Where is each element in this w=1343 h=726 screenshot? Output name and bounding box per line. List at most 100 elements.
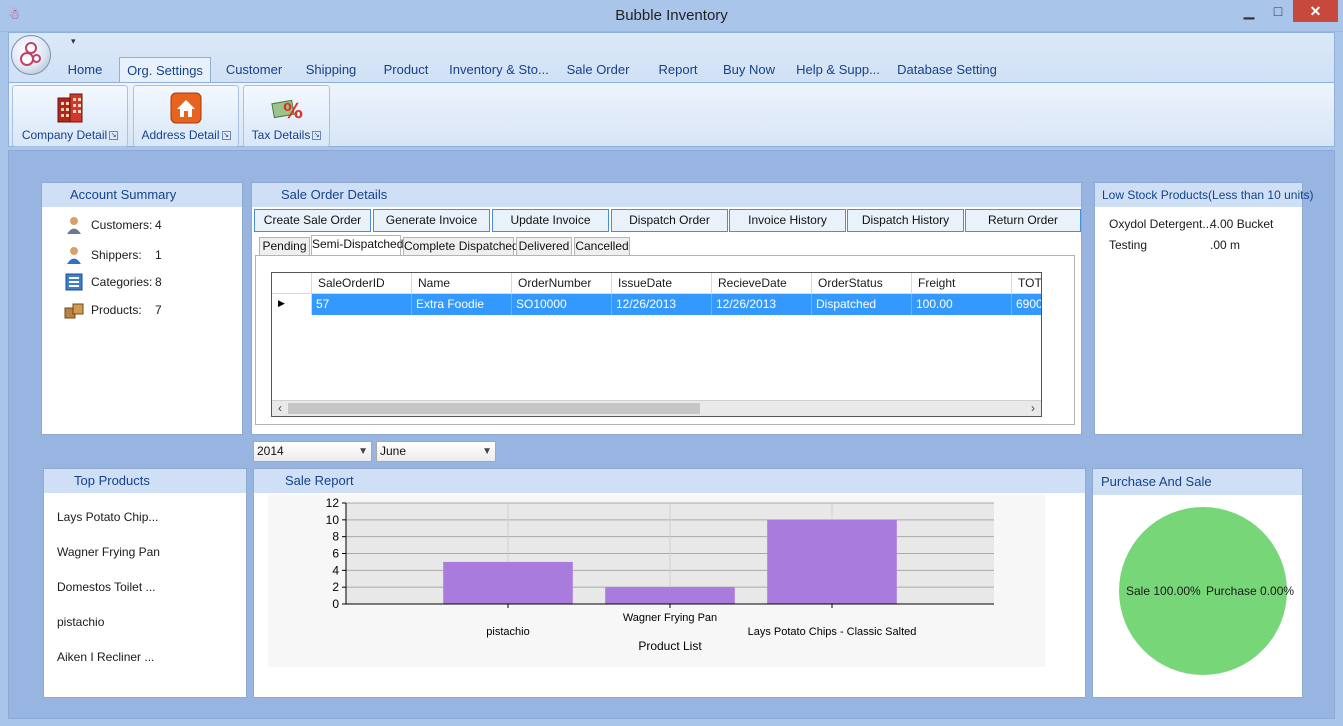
pie-label-sale: Sale 100.00% xyxy=(1126,584,1201,598)
maximize-button[interactable]: □ xyxy=(1264,0,1292,22)
y-tick-label: 0 xyxy=(332,597,339,611)
dispatch-history-button[interactable]: Dispatch History xyxy=(847,209,964,232)
building-icon xyxy=(57,93,83,123)
quick-access-dropdown-icon[interactable]: ▾ xyxy=(71,36,76,47)
tax-details-group[interactable]: % Tax Details ↘ xyxy=(243,85,330,147)
tab-customer[interactable]: Customer xyxy=(221,57,287,83)
current-row-icon: ▶ xyxy=(278,298,285,308)
dialog-launcher-icon[interactable]: ↘ xyxy=(312,131,322,141)
tab-shipping[interactable]: Shipping xyxy=(297,57,365,83)
company-detail-label: Company Detail xyxy=(21,128,108,142)
table-cell[interactable]: 100.00 xyxy=(912,294,1012,315)
column-header[interactable]: SaleOrderID xyxy=(312,273,412,294)
scroll-right-icon[interactable]: › xyxy=(1025,401,1041,416)
purchase-sale-title: Purchase And Sale xyxy=(1093,469,1302,495)
month-select-value: June xyxy=(380,444,407,458)
tab-org-settings[interactable]: Org. Settings xyxy=(119,57,211,83)
bar xyxy=(443,561,573,604)
top-product-item: Domestos Toilet ... xyxy=(57,580,156,594)
invoice-history-button[interactable]: Invoice History xyxy=(729,209,846,232)
y-tick-label: 12 xyxy=(326,496,340,510)
column-header[interactable]: OrderStatus xyxy=(812,273,912,294)
sale-order-grid[interactable]: SaleOrderID Name OrderNumber IssueDate R… xyxy=(271,272,1042,417)
y-tick-label: 8 xyxy=(332,530,339,544)
sale-report-title: Sale Report xyxy=(254,469,1085,493)
column-header[interactable]: OrderNumber xyxy=(512,273,612,294)
sale-report-chart: 0 2 4 6 8 10 12 pistachio Wagner Frying Pan Lays … xyxy=(268,495,1045,667)
sale-order-panel: Sale Order Details Create Sale Order Gen… xyxy=(251,182,1082,435)
address-detail-group[interactable]: Address Detail ↘ xyxy=(133,85,239,147)
table-cell[interactable]: 12/26/2013 xyxy=(612,294,712,315)
ribbon: ▾ Home Org. Settings Customer Shipping P… xyxy=(8,32,1335,147)
shippers-label: Shippers: xyxy=(91,248,142,262)
top-products-title: Top Products xyxy=(44,469,246,493)
tab-cancelled[interactable]: Cancelled xyxy=(574,237,630,256)
row-header[interactable]: ▶ xyxy=(272,294,312,315)
pie-label-purchase: Purchase 0.00% xyxy=(1206,584,1295,598)
row-header-corner xyxy=(272,273,312,294)
update-invoice-button[interactable]: Update Invoice xyxy=(492,209,609,232)
tab-help-support[interactable]: Help & Supp... xyxy=(791,57,885,83)
purchase-sale-panel: Purchase And Sale Sale 100.00% Purchase … xyxy=(1092,468,1303,698)
title-bar: ☃ Bubble Inventory ▁ □ ✕ xyxy=(0,0,1343,32)
tab-home[interactable]: Home xyxy=(61,57,109,83)
scrollbar-thumb[interactable] xyxy=(288,403,700,414)
return-order-button[interactable]: Return Order xyxy=(965,209,1081,232)
chevron-down-icon: ▼ xyxy=(358,446,368,457)
column-header[interactable]: TOT xyxy=(1012,273,1041,294)
application-menu-orb[interactable] xyxy=(11,35,51,75)
sale-order-title: Sale Order Details xyxy=(252,183,1081,207)
tab-sale-order[interactable]: Sale Order xyxy=(563,57,633,83)
tab-buy-now[interactable]: Buy Now xyxy=(717,57,781,83)
tab-delivered[interactable]: Delivered xyxy=(516,237,572,256)
customers-value: 4 xyxy=(155,218,162,232)
categories-icon xyxy=(65,273,83,291)
y-tick-label: 6 xyxy=(332,547,339,561)
create-sale-order-button[interactable]: Create Sale Order xyxy=(254,209,371,232)
month-select[interactable]: June ▼ xyxy=(376,441,496,462)
low-stock-qty: .00 m xyxy=(1210,238,1241,252)
top-products-panel: Top Products Lays Potato Chip... Wagner … xyxy=(43,468,247,698)
dialog-launcher-icon[interactable]: ↘ xyxy=(109,131,119,141)
home-icon xyxy=(170,92,202,124)
categories-value: 8 xyxy=(155,275,162,289)
column-header[interactable]: Freight xyxy=(912,273,1012,294)
year-select[interactable]: 2014 ▼ xyxy=(253,441,372,462)
tab-report[interactable]: Report xyxy=(647,57,709,83)
sale-order-tab-page: SaleOrderID Name OrderNumber IssueDate R… xyxy=(255,255,1075,425)
company-detail-group[interactable]: Company Detail ↘ xyxy=(12,85,128,147)
close-button[interactable]: ✕ xyxy=(1293,0,1338,22)
table-cell[interactable]: 6900 xyxy=(1012,294,1041,315)
column-header[interactable]: Name xyxy=(412,273,512,294)
account-summary-title: Account Summary xyxy=(42,183,242,207)
column-header[interactable]: IssueDate xyxy=(612,273,712,294)
percent-icon: % xyxy=(270,99,303,123)
table-cell[interactable]: 12/26/2013 xyxy=(712,294,812,315)
tab-database-setting[interactable]: Database Setting xyxy=(893,57,1001,83)
table-cell[interactable]: Extra Foodie xyxy=(412,294,512,315)
y-tick-label: 10 xyxy=(326,513,340,527)
horizontal-scrollbar[interactable]: ‹ › xyxy=(272,400,1041,416)
dispatch-order-button[interactable]: Dispatch Order xyxy=(611,209,728,232)
table-cell[interactable]: SO10000 xyxy=(512,294,612,315)
top-product-item: pistachio xyxy=(57,615,105,629)
dialog-launcher-icon[interactable]: ↘ xyxy=(221,131,231,141)
y-tick-label: 4 xyxy=(332,563,339,577)
bar xyxy=(767,519,897,604)
tab-semi-dispatched[interactable]: Semi-Dispatched xyxy=(311,235,403,256)
tab-pending[interactable]: Pending xyxy=(259,237,310,256)
minimize-button[interactable]: ▁ xyxy=(1235,0,1263,22)
table-cell[interactable]: Dispatched xyxy=(812,294,912,315)
tab-inventory-stock[interactable]: Inventory & Sto... xyxy=(447,57,551,83)
top-product-item: Wagner Frying Pan xyxy=(57,545,160,559)
tab-product[interactable]: Product xyxy=(375,57,437,83)
scroll-left-icon[interactable]: ‹ xyxy=(272,401,288,416)
products-icon xyxy=(64,303,84,319)
tax-details-label: Tax Details xyxy=(251,128,311,142)
tab-complete-dispatched[interactable]: Complete Dispatched xyxy=(403,237,519,256)
table-cell[interactable]: 57 xyxy=(312,294,412,315)
column-header[interactable]: RecieveDate xyxy=(712,273,812,294)
low-stock-name: Oxydol Detergent... xyxy=(1109,217,1213,231)
generate-invoice-button[interactable]: Generate Invoice xyxy=(373,209,490,232)
low-stock-panel: Low Stock Products(Less than 10 units) O… xyxy=(1094,182,1313,435)
